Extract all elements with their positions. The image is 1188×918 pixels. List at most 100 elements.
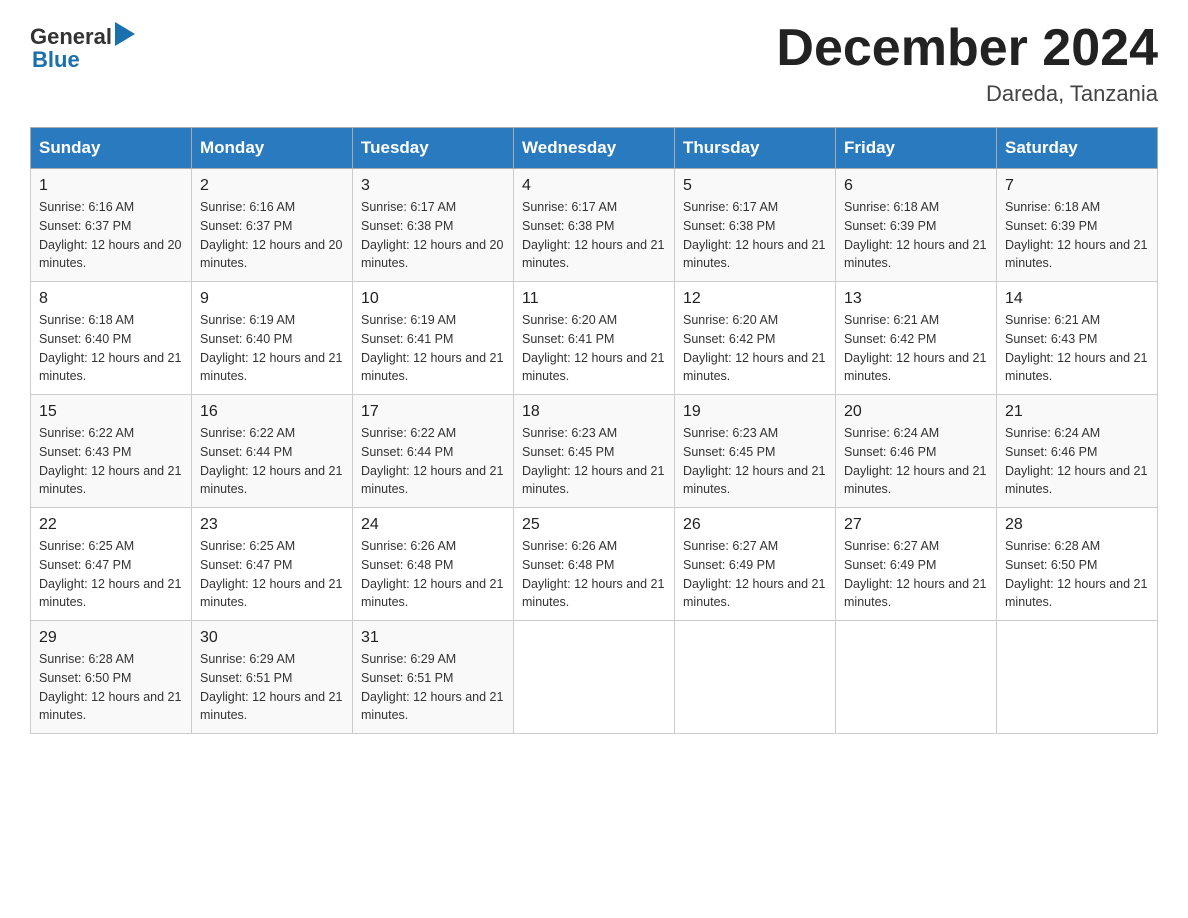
day-info: Sunrise: 6:22 AM Sunset: 6:43 PM Dayligh… xyxy=(39,424,183,499)
calendar-day-cell: 25 Sunrise: 6:26 AM Sunset: 6:48 PM Dayl… xyxy=(514,508,675,621)
day-info: Sunrise: 6:24 AM Sunset: 6:46 PM Dayligh… xyxy=(1005,424,1149,499)
col-wednesday: Wednesday xyxy=(514,128,675,169)
calendar-week-row: 22 Sunrise: 6:25 AM Sunset: 6:47 PM Dayl… xyxy=(31,508,1158,621)
day-number: 15 xyxy=(39,403,183,421)
day-info: Sunrise: 6:18 AM Sunset: 6:40 PM Dayligh… xyxy=(39,311,183,386)
logo-general-text: General xyxy=(30,24,112,50)
day-info: Sunrise: 6:26 AM Sunset: 6:48 PM Dayligh… xyxy=(522,537,666,612)
day-info: Sunrise: 6:18 AM Sunset: 6:39 PM Dayligh… xyxy=(1005,198,1149,273)
day-number: 17 xyxy=(361,403,505,421)
day-number: 1 xyxy=(39,177,183,195)
day-info: Sunrise: 6:16 AM Sunset: 6:37 PM Dayligh… xyxy=(200,198,344,273)
calendar-day-cell: 24 Sunrise: 6:26 AM Sunset: 6:48 PM Dayl… xyxy=(353,508,514,621)
day-info: Sunrise: 6:29 AM Sunset: 6:51 PM Dayligh… xyxy=(200,650,344,725)
calendar-day-cell: 22 Sunrise: 6:25 AM Sunset: 6:47 PM Dayl… xyxy=(31,508,192,621)
day-number: 3 xyxy=(361,177,505,195)
calendar-day-cell: 31 Sunrise: 6:29 AM Sunset: 6:51 PM Dayl… xyxy=(353,621,514,734)
day-number: 26 xyxy=(683,516,827,534)
calendar-day-cell: 6 Sunrise: 6:18 AM Sunset: 6:39 PM Dayli… xyxy=(836,169,997,282)
calendar-day-cell: 2 Sunrise: 6:16 AM Sunset: 6:37 PM Dayli… xyxy=(192,169,353,282)
col-monday: Monday xyxy=(192,128,353,169)
day-number: 6 xyxy=(844,177,988,195)
day-info: Sunrise: 6:19 AM Sunset: 6:40 PM Dayligh… xyxy=(200,311,344,386)
calendar-day-cell: 20 Sunrise: 6:24 AM Sunset: 6:46 PM Dayl… xyxy=(836,395,997,508)
day-number: 21 xyxy=(1005,403,1149,421)
day-info: Sunrise: 6:21 AM Sunset: 6:43 PM Dayligh… xyxy=(1005,311,1149,386)
day-number: 11 xyxy=(522,290,666,308)
calendar-week-row: 15 Sunrise: 6:22 AM Sunset: 6:43 PM Dayl… xyxy=(31,395,1158,508)
day-info: Sunrise: 6:28 AM Sunset: 6:50 PM Dayligh… xyxy=(1005,537,1149,612)
calendar-day-cell: 14 Sunrise: 6:21 AM Sunset: 6:43 PM Dayl… xyxy=(997,282,1158,395)
day-number: 23 xyxy=(200,516,344,534)
day-number: 25 xyxy=(522,516,666,534)
calendar-table: Sunday Monday Tuesday Wednesday Thursday… xyxy=(30,127,1158,734)
calendar-day-cell xyxy=(514,621,675,734)
day-info: Sunrise: 6:25 AM Sunset: 6:47 PM Dayligh… xyxy=(200,537,344,612)
calendar-day-cell: 15 Sunrise: 6:22 AM Sunset: 6:43 PM Dayl… xyxy=(31,395,192,508)
day-info: Sunrise: 6:17 AM Sunset: 6:38 PM Dayligh… xyxy=(361,198,505,273)
day-info: Sunrise: 6:20 AM Sunset: 6:41 PM Dayligh… xyxy=(522,311,666,386)
calendar-day-cell: 19 Sunrise: 6:23 AM Sunset: 6:45 PM Dayl… xyxy=(675,395,836,508)
calendar-day-cell: 17 Sunrise: 6:22 AM Sunset: 6:44 PM Dayl… xyxy=(353,395,514,508)
day-info: Sunrise: 6:19 AM Sunset: 6:41 PM Dayligh… xyxy=(361,311,505,386)
calendar-day-cell: 7 Sunrise: 6:18 AM Sunset: 6:39 PM Dayli… xyxy=(997,169,1158,282)
day-info: Sunrise: 6:27 AM Sunset: 6:49 PM Dayligh… xyxy=(683,537,827,612)
day-info: Sunrise: 6:22 AM Sunset: 6:44 PM Dayligh… xyxy=(200,424,344,499)
day-number: 13 xyxy=(844,290,988,308)
day-number: 12 xyxy=(683,290,827,308)
calendar-day-cell: 23 Sunrise: 6:25 AM Sunset: 6:47 PM Dayl… xyxy=(192,508,353,621)
day-number: 27 xyxy=(844,516,988,534)
day-info: Sunrise: 6:29 AM Sunset: 6:51 PM Dayligh… xyxy=(361,650,505,725)
col-tuesday: Tuesday xyxy=(353,128,514,169)
day-info: Sunrise: 6:20 AM Sunset: 6:42 PM Dayligh… xyxy=(683,311,827,386)
calendar-day-cell: 29 Sunrise: 6:28 AM Sunset: 6:50 PM Dayl… xyxy=(31,621,192,734)
day-info: Sunrise: 6:22 AM Sunset: 6:44 PM Dayligh… xyxy=(361,424,505,499)
day-info: Sunrise: 6:28 AM Sunset: 6:50 PM Dayligh… xyxy=(39,650,183,725)
location-text: Dareda, Tanzania xyxy=(776,81,1158,107)
logo-blue-text: Blue xyxy=(32,47,80,73)
day-number: 30 xyxy=(200,629,344,647)
day-number: 8 xyxy=(39,290,183,308)
col-sunday: Sunday xyxy=(31,128,192,169)
day-number: 5 xyxy=(683,177,827,195)
day-number: 28 xyxy=(1005,516,1149,534)
calendar-day-cell: 3 Sunrise: 6:17 AM Sunset: 6:38 PM Dayli… xyxy=(353,169,514,282)
day-number: 9 xyxy=(200,290,344,308)
day-info: Sunrise: 6:23 AM Sunset: 6:45 PM Dayligh… xyxy=(683,424,827,499)
calendar-day-cell: 8 Sunrise: 6:18 AM Sunset: 6:40 PM Dayli… xyxy=(31,282,192,395)
calendar-header-row: Sunday Monday Tuesday Wednesday Thursday… xyxy=(31,128,1158,169)
calendar-day-cell: 12 Sunrise: 6:20 AM Sunset: 6:42 PM Dayl… xyxy=(675,282,836,395)
calendar-day-cell xyxy=(836,621,997,734)
logo-triangle-icon xyxy=(115,20,137,48)
calendar-day-cell: 26 Sunrise: 6:27 AM Sunset: 6:49 PM Dayl… xyxy=(675,508,836,621)
calendar-day-cell: 4 Sunrise: 6:17 AM Sunset: 6:38 PM Dayli… xyxy=(514,169,675,282)
calendar-day-cell: 5 Sunrise: 6:17 AM Sunset: 6:38 PM Dayli… xyxy=(675,169,836,282)
day-number: 22 xyxy=(39,516,183,534)
day-number: 10 xyxy=(361,290,505,308)
day-info: Sunrise: 6:18 AM Sunset: 6:39 PM Dayligh… xyxy=(844,198,988,273)
day-info: Sunrise: 6:25 AM Sunset: 6:47 PM Dayligh… xyxy=(39,537,183,612)
day-info: Sunrise: 6:21 AM Sunset: 6:42 PM Dayligh… xyxy=(844,311,988,386)
col-saturday: Saturday xyxy=(997,128,1158,169)
day-info: Sunrise: 6:27 AM Sunset: 6:49 PM Dayligh… xyxy=(844,537,988,612)
calendar-day-cell: 1 Sunrise: 6:16 AM Sunset: 6:37 PM Dayli… xyxy=(31,169,192,282)
logo: General Blue xyxy=(30,20,137,73)
day-number: 14 xyxy=(1005,290,1149,308)
calendar-day-cell: 18 Sunrise: 6:23 AM Sunset: 6:45 PM Dayl… xyxy=(514,395,675,508)
calendar-day-cell: 16 Sunrise: 6:22 AM Sunset: 6:44 PM Dayl… xyxy=(192,395,353,508)
page-header: General Blue December 2024 Dareda, Tanza… xyxy=(30,20,1158,107)
day-info: Sunrise: 6:26 AM Sunset: 6:48 PM Dayligh… xyxy=(361,537,505,612)
day-number: 20 xyxy=(844,403,988,421)
day-number: 4 xyxy=(522,177,666,195)
day-number: 19 xyxy=(683,403,827,421)
calendar-week-row: 29 Sunrise: 6:28 AM Sunset: 6:50 PM Dayl… xyxy=(31,621,1158,734)
calendar-day-cell: 30 Sunrise: 6:29 AM Sunset: 6:51 PM Dayl… xyxy=(192,621,353,734)
calendar-day-cell: 11 Sunrise: 6:20 AM Sunset: 6:41 PM Dayl… xyxy=(514,282,675,395)
calendar-day-cell: 13 Sunrise: 6:21 AM Sunset: 6:42 PM Dayl… xyxy=(836,282,997,395)
calendar-day-cell: 27 Sunrise: 6:27 AM Sunset: 6:49 PM Dayl… xyxy=(836,508,997,621)
col-friday: Friday xyxy=(836,128,997,169)
calendar-week-row: 8 Sunrise: 6:18 AM Sunset: 6:40 PM Dayli… xyxy=(31,282,1158,395)
day-info: Sunrise: 6:17 AM Sunset: 6:38 PM Dayligh… xyxy=(522,198,666,273)
day-info: Sunrise: 6:24 AM Sunset: 6:46 PM Dayligh… xyxy=(844,424,988,499)
calendar-day-cell: 10 Sunrise: 6:19 AM Sunset: 6:41 PM Dayl… xyxy=(353,282,514,395)
